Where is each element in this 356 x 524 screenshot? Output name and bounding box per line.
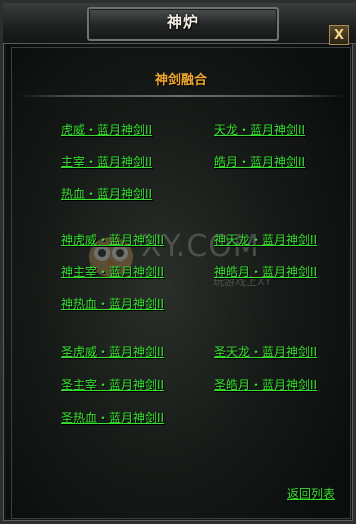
recipe-link-sheng-haoyue[interactable]: 圣皓月・蓝月神剑II bbox=[214, 376, 317, 393]
recipe-link-shen-rexue[interactable]: 神热血・蓝月神剑II bbox=[61, 295, 164, 312]
recipe-link-sheng-huwei[interactable]: 圣虎威・蓝月神剑II bbox=[61, 343, 164, 360]
return-list-link[interactable]: 返回列表 bbox=[287, 485, 335, 502]
recipe-link-shen-haoyue[interactable]: 神皓月・蓝月神剑II bbox=[214, 263, 317, 280]
recipe-link-tianlong[interactable]: 天龙・蓝月神剑II bbox=[214, 121, 305, 138]
recipe-link-haoyue[interactable]: 皓月・蓝月神剑II bbox=[214, 153, 305, 170]
recipe-link-shen-huwei[interactable]: 神虎威・蓝月神剑II bbox=[61, 231, 164, 248]
recipe-link-sheng-tianlong[interactable]: 圣天龙・蓝月神剑II bbox=[214, 343, 317, 360]
recipe-link-sheng-zhuzai[interactable]: 圣主宰・蓝月神剑II bbox=[61, 376, 164, 393]
recipe-link-sheng-rexue[interactable]: 圣热血・蓝月神剑II bbox=[61, 409, 164, 426]
divider bbox=[17, 95, 345, 97]
shenlu-window: 神炉 X 神剑融合 XY.COM 玩游戏上XY 虎威・蓝月神剑II 天龙・蓝月神… bbox=[0, 0, 356, 524]
recipe-link-shen-tianlong[interactable]: 神天龙・蓝月神剑II bbox=[214, 231, 317, 248]
recipe-link-huwei[interactable]: 虎威・蓝月神剑II bbox=[61, 121, 152, 138]
section-heading: 神剑融合 bbox=[154, 73, 207, 88]
recipe-link-shen-zhuzai[interactable]: 神主宰・蓝月神剑II bbox=[61, 263, 164, 280]
recipe-link-rexue[interactable]: 热血・蓝月神剑II bbox=[61, 185, 152, 202]
recipe-link-zhuzai[interactable]: 主宰・蓝月神剑II bbox=[61, 153, 152, 170]
content-panel bbox=[11, 47, 351, 519]
window-title: 神炉 bbox=[166, 13, 199, 31]
close-button[interactable]: X bbox=[329, 25, 349, 45]
